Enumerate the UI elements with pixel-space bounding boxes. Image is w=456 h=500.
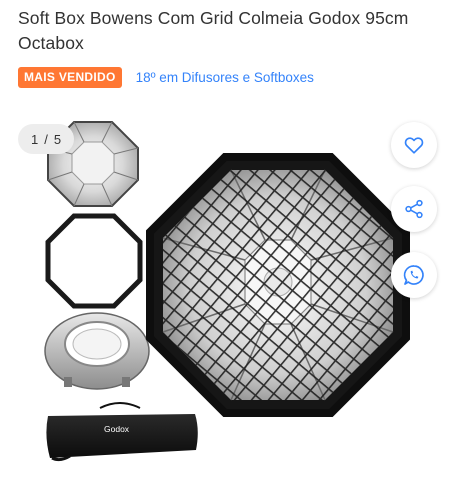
carry-bag: Godox: [46, 402, 198, 462]
whatsapp-share-button[interactable]: [391, 252, 437, 298]
whatsapp-icon: [403, 265, 424, 285]
main-softbox: [146, 153, 410, 417]
speed-ring: [44, 312, 150, 390]
product-image: Godox: [44, 121, 410, 462]
product-title: Soft Box Bowens Com Grid Colmeia Godox 9…: [18, 8, 409, 53]
bag-brand-logo: Godox: [104, 424, 130, 434]
share-icon: [405, 199, 423, 219]
counter-separator: /: [44, 131, 48, 147]
heart-icon: [404, 137, 424, 154]
favorite-button[interactable]: [391, 122, 437, 168]
current-image-index: 1: [30, 131, 39, 147]
badge-row: MAIS VENDIDO 18º em Difusores e Softboxe…: [18, 66, 314, 88]
product-gallery[interactable]: Godox 1 / 5: [0, 112, 456, 500]
share-button[interactable]: [391, 186, 437, 232]
best-seller-badge: MAIS VENDIDO: [18, 66, 122, 88]
image-counter: 1 / 5: [18, 124, 74, 154]
diffuser-panel: [45, 213, 143, 309]
category-ranking-link[interactable]: 18º em Difusores e Softboxes: [136, 70, 314, 85]
total-images: 5: [53, 131, 62, 147]
